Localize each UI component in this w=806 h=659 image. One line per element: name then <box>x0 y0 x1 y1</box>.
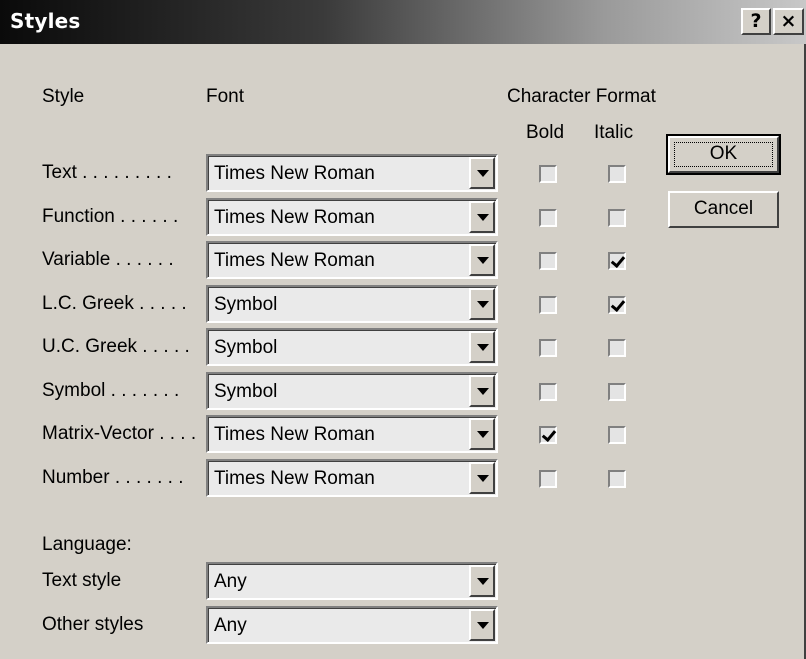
style-row-label: Text . . . . . . . . . <box>42 162 172 183</box>
style-row-label: Number . . . . . . . <box>42 467 184 488</box>
font-dropdown-value: Times New Roman <box>214 250 375 271</box>
italic-checkbox[interactable] <box>608 339 626 357</box>
font-column-header: Font <box>206 86 245 107</box>
dropdown-arrow-icon[interactable] <box>469 288 495 320</box>
dropdown-arrow-icon[interactable] <box>469 157 495 189</box>
help-button[interactable]: ? <box>741 8 771 35</box>
font-dropdown[interactable]: Times New Roman <box>206 459 498 497</box>
font-dropdown-value: Times New Roman <box>214 424 375 445</box>
dropdown-arrow-icon[interactable] <box>469 462 495 494</box>
style-column-header: Style <box>42 86 85 107</box>
focus-rect <box>674 142 773 167</box>
font-dropdown[interactable]: Symbol <box>206 372 498 410</box>
italic-checkbox[interactable] <box>608 165 626 183</box>
font-dropdown[interactable]: Times New Roman <box>206 241 498 279</box>
font-dropdown[interactable]: Times New Roman <box>206 198 498 236</box>
font-dropdown[interactable]: Symbol <box>206 328 498 366</box>
text-style-language-dropdown[interactable]: Any <box>206 562 498 600</box>
text-style-label: Text style <box>42 570 122 591</box>
cancel-button[interactable]: Cancel <box>668 191 779 228</box>
bold-checkbox[interactable] <box>539 296 557 314</box>
bold-checkbox[interactable] <box>539 339 557 357</box>
dropdown-arrow-icon[interactable] <box>469 331 495 363</box>
italic-checkbox[interactable] <box>608 252 626 270</box>
dropdown-arrow-icon[interactable] <box>469 244 495 276</box>
dropdown-arrow-icon[interactable] <box>469 609 495 641</box>
font-dropdown-value: Times New Roman <box>214 468 375 489</box>
style-row-label: Function . . . . . . <box>42 206 179 227</box>
style-row-label: Symbol . . . . . . . <box>42 380 180 401</box>
bold-checkbox[interactable] <box>539 209 557 227</box>
dialog-title: Styles <box>10 9 81 33</box>
italic-checkbox[interactable] <box>608 426 626 444</box>
font-dropdown-value: Symbol <box>214 337 278 358</box>
bold-checkbox[interactable] <box>539 426 557 444</box>
bold-checkbox[interactable] <box>539 383 557 401</box>
font-dropdown-value: Symbol <box>214 381 278 402</box>
bold-checkbox[interactable] <box>539 165 557 183</box>
italic-checkbox[interactable] <box>608 470 626 488</box>
font-dropdown-value: Times New Roman <box>214 207 375 228</box>
close-button[interactable]: × <box>773 8 804 35</box>
ok-button[interactable]: OK <box>666 134 781 175</box>
style-row-label: U.C. Greek . . . . . <box>42 336 190 357</box>
character-format-header: Character Format <box>507 86 656 107</box>
font-dropdown-value: Symbol <box>214 294 278 315</box>
language-heading: Language: <box>42 534 132 555</box>
dropdown-arrow-icon[interactable] <box>469 375 495 407</box>
italic-checkbox[interactable] <box>608 296 626 314</box>
font-dropdown[interactable]: Times New Roman <box>206 154 498 192</box>
other-styles-language-value: Any <box>214 615 247 636</box>
bold-checkbox[interactable] <box>539 470 557 488</box>
italic-checkbox[interactable] <box>608 209 626 227</box>
style-row-label: L.C. Greek . . . . . <box>42 293 187 314</box>
font-dropdown[interactable]: Times New Roman <box>206 415 498 453</box>
italic-checkbox[interactable] <box>608 383 626 401</box>
bold-checkbox[interactable] <box>539 252 557 270</box>
bold-column-header: Bold <box>526 122 565 143</box>
other-styles-label: Other styles <box>42 614 144 635</box>
font-dropdown-value: Times New Roman <box>214 163 375 184</box>
dropdown-arrow-icon[interactable] <box>469 201 495 233</box>
italic-column-header: Italic <box>594 122 634 143</box>
title-bar: Styles ? × <box>0 0 806 44</box>
text-style-language-value: Any <box>214 571 247 592</box>
dropdown-arrow-icon[interactable] <box>469 565 495 597</box>
other-styles-language-dropdown[interactable]: Any <box>206 606 498 644</box>
styles-dialog: Styles ? × Style Font Character Format B… <box>0 0 806 659</box>
dropdown-arrow-icon[interactable] <box>469 418 495 450</box>
style-row-label: Matrix-Vector . . . . <box>42 423 197 444</box>
style-row-label: Variable . . . . . . <box>42 249 174 270</box>
font-dropdown[interactable]: Symbol <box>206 285 498 323</box>
